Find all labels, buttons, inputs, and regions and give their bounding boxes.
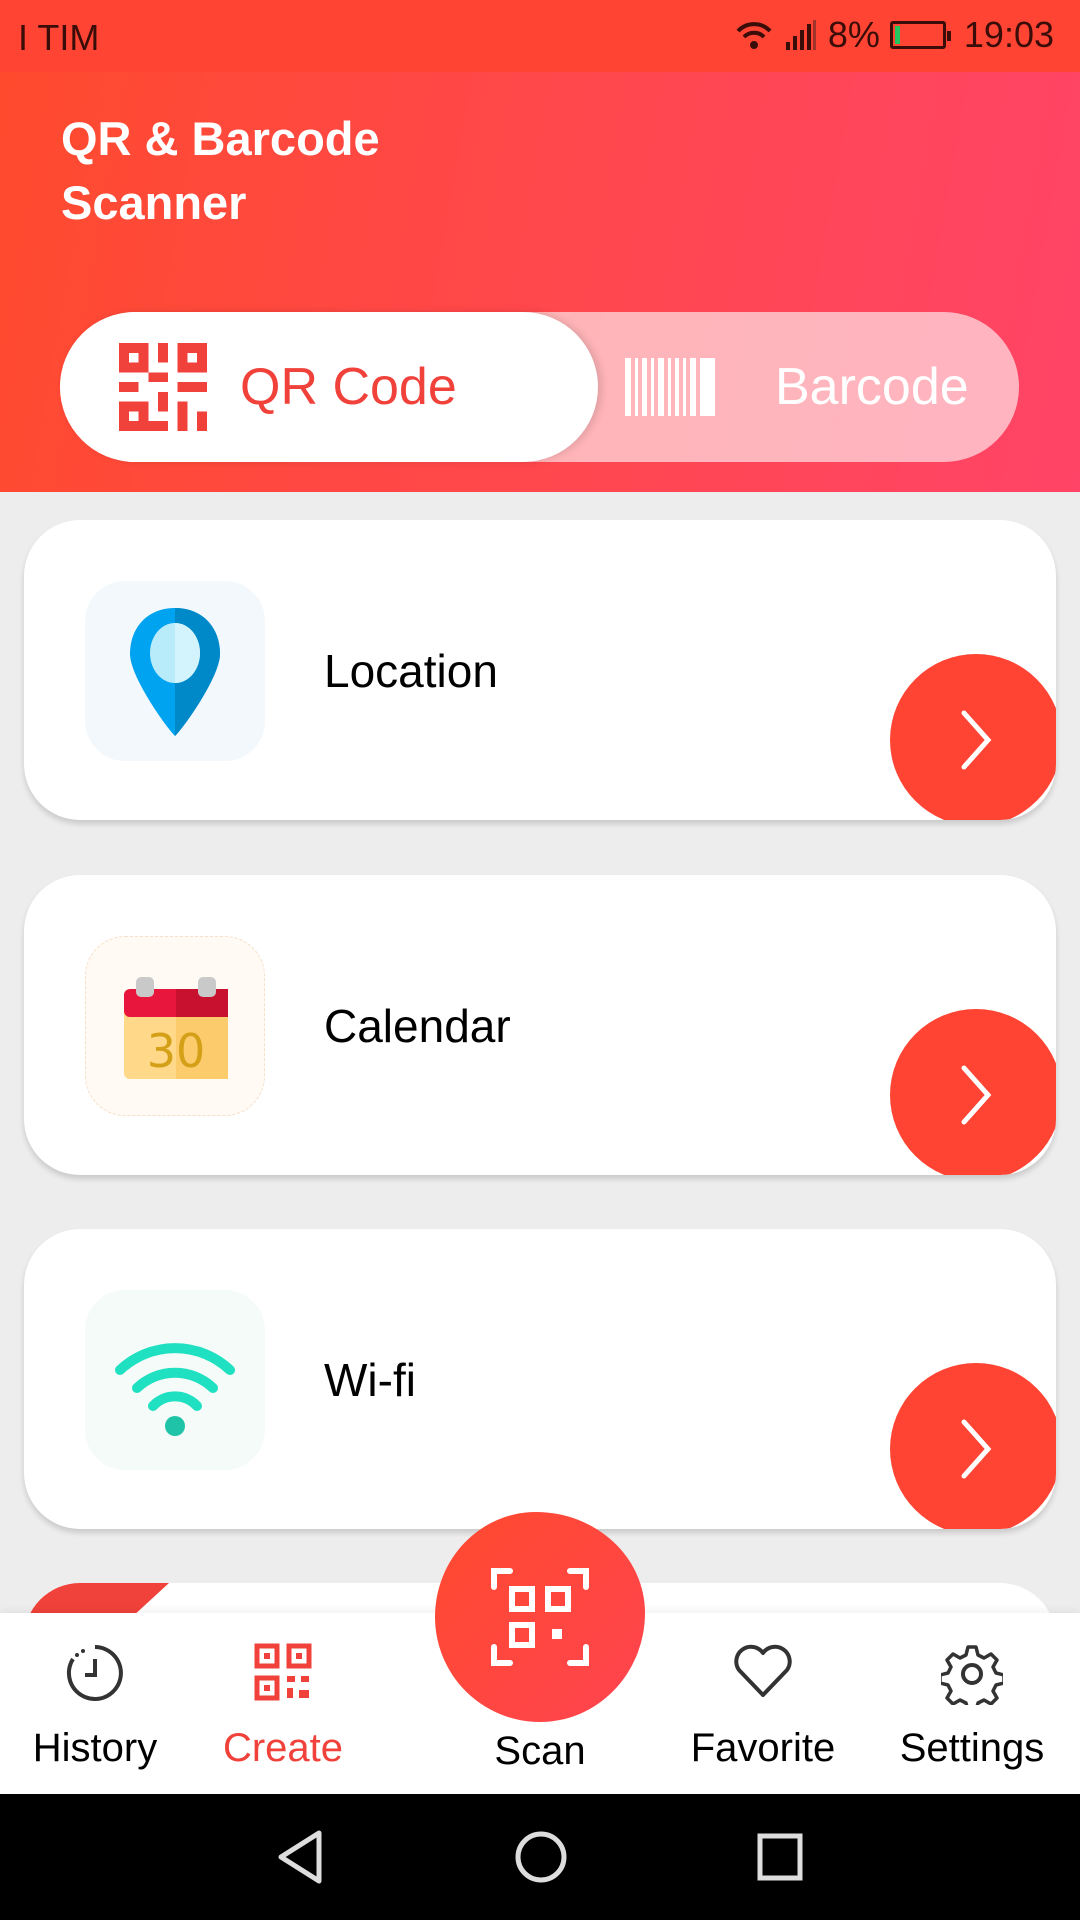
chevron-right-icon <box>961 1419 992 1479</box>
open-wifi-button[interactable] <box>890 1363 1056 1529</box>
title-line-2: Scanner <box>61 176 247 229</box>
nav-settings-label: Settings <box>899 1726 1045 1770</box>
battery-icon <box>889 21 951 49</box>
clock-time: 19:03 <box>963 14 1054 55</box>
nav-settings[interactable]: Settings <box>877 1613 1067 1794</box>
home-icon[interactable] <box>514 1827 568 1887</box>
app-title: QR & Barcode Scanner <box>61 107 561 235</box>
system-nav-bar <box>0 1794 1080 1920</box>
create-item-calendar[interactable]: 30 Calendar <box>24 875 1056 1175</box>
signal-icon <box>785 20 816 50</box>
wifi-icon <box>115 1343 235 1436</box>
location-pin-icon <box>130 608 220 736</box>
qr-grid-icon <box>254 1643 312 1701</box>
nav-scan-label[interactable]: Scan <box>440 1729 640 1774</box>
battery-percent: 8% <box>827 14 880 55</box>
chevron-right-icon <box>961 1065 992 1125</box>
back-icon[interactable] <box>275 1827 325 1887</box>
nav-favorite-label: Favorite <box>690 1726 836 1770</box>
toggle-barcode-label: Barcode <box>775 358 969 416</box>
wifi-icon-box <box>85 1290 265 1470</box>
chevron-right-icon <box>961 710 992 770</box>
create-item-location[interactable]: Location <box>24 520 1056 820</box>
scan-qr-icon <box>491 1568 589 1666</box>
status-bar: I TIM 8% 19:03 <box>0 0 1080 72</box>
heart-icon <box>734 1644 792 1697</box>
open-location-button[interactable] <box>890 654 1056 820</box>
nav-history[interactable]: History <box>0 1613 190 1794</box>
calendar-icon: 30 <box>124 977 228 1079</box>
recents-icon[interactable] <box>755 1827 805 1887</box>
calendar-date: 30 <box>147 1024 206 1078</box>
qr-code-icon <box>119 343 207 431</box>
nav-create[interactable]: Create <box>188 1613 378 1794</box>
create-item-label: Calendar <box>324 1000 511 1052</box>
create-item-label: Wi-fi <box>324 1354 416 1406</box>
location-icon-box <box>85 581 265 761</box>
nav-favorite[interactable]: Favorite <box>668 1613 858 1794</box>
nav-history-label: History <box>32 1726 158 1770</box>
create-item-wifi[interactable]: Wi-fi <box>24 1229 1056 1529</box>
barcode-icon <box>625 358 715 416</box>
nav-create-label: Create <box>222 1726 344 1770</box>
calendar-icon-box: 30 <box>85 936 265 1116</box>
toggle-qr-label: QR Code <box>240 358 457 416</box>
wifi-status-icon <box>736 22 772 49</box>
open-calendar-button[interactable] <box>890 1009 1056 1175</box>
toggle-qr-code[interactable]: QR Code <box>60 312 598 462</box>
create-item-label: Location <box>324 645 498 697</box>
toggle-barcode[interactable]: Barcode <box>625 312 969 462</box>
code-type-toggle: QR Code Barcode <box>60 312 1019 462</box>
carrier-label: I TIM <box>18 17 100 58</box>
clock-icon <box>66 1645 123 1701</box>
scan-button[interactable] <box>435 1512 645 1722</box>
app-header: QR & Barcode Scanner QR Code Barcode <box>0 72 1080 492</box>
gear-icon <box>941 1645 1003 1705</box>
title-line-1: QR & Barcode <box>61 112 380 165</box>
